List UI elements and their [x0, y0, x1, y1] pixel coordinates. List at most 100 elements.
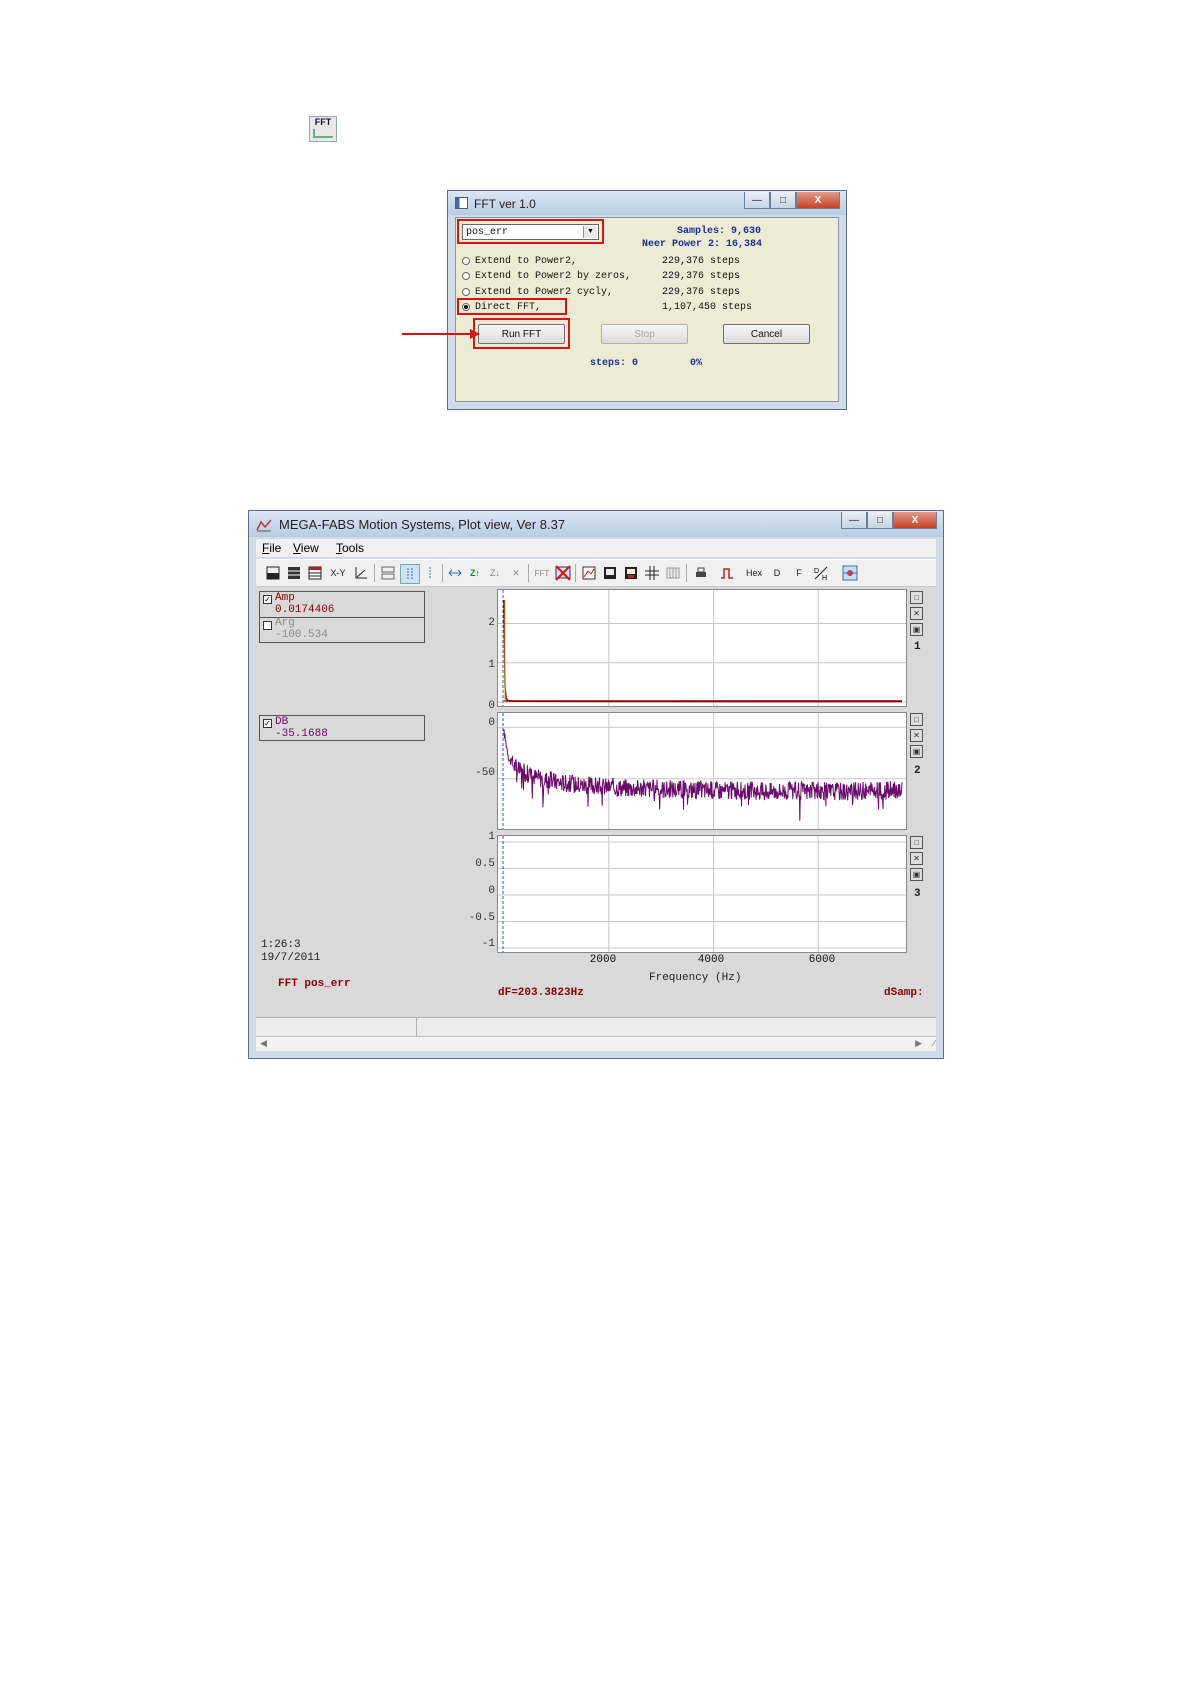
x-tick: 6000 [808, 954, 836, 966]
image-icon[interactable] [601, 564, 619, 582]
y-tick: -0.5 [468, 912, 495, 924]
menu-file[interactable]: File [262, 541, 281, 555]
plot-titlebar[interactable]: MEGA-FABS Motion Systems, Plot view, Ver… [249, 511, 943, 537]
plot-restore-icon[interactable]: ▣ [910, 623, 923, 636]
fit-width-icon[interactable] [446, 564, 464, 582]
progress-percent: 0% [690, 358, 703, 369]
menu-view[interactable]: View [293, 541, 319, 555]
df-label: dF=203.3823Hz [498, 987, 584, 999]
d-button[interactable]: D [768, 564, 786, 582]
split-horizontal-icon[interactable] [379, 564, 397, 582]
amp-plot[interactable] [497, 589, 907, 707]
divide-icon[interactable]: DH [812, 564, 830, 582]
plot-toolbar: X-Y Z↑ Z↓ ✕ FFT Hex D F DH [256, 559, 936, 587]
hex-button[interactable]: Hex [742, 564, 766, 582]
plot-close-icon[interactable]: ✕ [910, 852, 923, 865]
fft-toolbar-icon[interactable]: FFT [533, 564, 551, 582]
plot-view-window: MEGA-FABS Motion Systems, Plot view, Ver… [248, 510, 944, 1059]
curve-icon[interactable] [580, 564, 598, 582]
clear-zoom-icon[interactable]: ✕ [507, 564, 525, 582]
dialog-client: pos_err ▼ Samples: 9,630 Neer Power 2: 1… [455, 217, 839, 402]
plot-close-icon[interactable]: ✕ [910, 729, 923, 742]
legend-plot1: ✓ Amp 0.0174406 Arg -100.534 [259, 591, 425, 643]
fft-dialog: FFT ver 1.0 — □ X pos_err ▼ Samples: 9,6… [447, 190, 847, 410]
radio-extend-zeros[interactable] [462, 272, 470, 280]
stop-button[interactable]: Stop [601, 324, 688, 344]
y-tick: 0.5 [475, 858, 495, 870]
db-series-line [503, 729, 903, 821]
grid-icon[interactable] [643, 564, 661, 582]
x-tick: 2000 [589, 954, 617, 966]
menu-bar: File View Tools [256, 539, 936, 557]
table-view-icon[interactable] [306, 564, 324, 582]
xy-mode-button[interactable]: X-Y [327, 564, 349, 582]
y-tick: 0 [488, 717, 495, 729]
highlight-direct-fft [457, 298, 567, 315]
menu-tools[interactable]: Tools [336, 541, 364, 555]
radio-extend-cyclic[interactable] [462, 288, 470, 296]
fft-icon-label: FFT [314, 117, 332, 127]
f-button[interactable]: F [790, 564, 808, 582]
option-label: Extend to Power2 cycly, [475, 287, 614, 298]
y-tick: 1 [488, 831, 495, 843]
plot-maximize-icon[interactable]: □ [910, 713, 923, 726]
y-tick: -1 [481, 938, 495, 950]
settings-icon[interactable] [841, 564, 859, 582]
axis-icon[interactable] [352, 564, 370, 582]
cursor-mode-icon[interactable] [400, 564, 420, 584]
arg-checkbox[interactable] [263, 621, 272, 630]
plot2-controls: □ ✕ ▣ [910, 713, 924, 761]
fft-spectrum-icon[interactable]: FFT [309, 116, 337, 142]
close-icon[interactable]: X [796, 192, 840, 209]
db-checkbox[interactable]: ✓ [263, 719, 272, 728]
plot-restore-icon[interactable]: ▣ [910, 868, 923, 881]
fft-caption: FFT pos_err [278, 978, 351, 990]
plot-number: 2 [914, 765, 921, 777]
plot-app-icon [256, 519, 272, 532]
progress-steps: steps: 0 [590, 358, 639, 369]
horizontal-scrollbar[interactable]: ◀ ▶ ∕ [256, 1036, 936, 1051]
plot-close-icon[interactable]: ✕ [910, 607, 923, 620]
dialog-titlebar[interactable]: FFT ver 1.0 — □ X [448, 191, 846, 215]
zoom-out-icon[interactable]: Z↓ [486, 564, 504, 582]
zoom-in-icon[interactable]: Z↑ [466, 564, 484, 582]
vertical-cursor-icon[interactable] [421, 564, 439, 582]
empty-plot[interactable] [497, 835, 907, 953]
date-label: 19/7/2011 [261, 952, 321, 964]
cancel-button[interactable]: Cancel [723, 324, 810, 344]
amp-checkbox[interactable]: ✓ [263, 595, 272, 604]
scroll-right-icon[interactable]: ▶ [915, 1038, 922, 1049]
no-fft-icon[interactable] [554, 564, 572, 582]
multi-plot-icon[interactable] [285, 564, 303, 582]
y-tick: 0 [488, 700, 495, 712]
arg-name: Arg [275, 617, 295, 629]
minimize-icon[interactable]: — [841, 512, 867, 529]
pulse-icon[interactable] [718, 564, 736, 582]
highlight-signal-select [457, 219, 604, 244]
db-plot[interactable] [497, 712, 907, 830]
plot-restore-icon[interactable]: ▣ [910, 745, 923, 758]
arg-value: -100.534 [275, 629, 328, 641]
fine-grid-icon[interactable] [664, 564, 682, 582]
resize-grip-icon[interactable]: ∕ [933, 1038, 935, 1048]
radio-extend-power2[interactable] [462, 257, 470, 265]
print-icon[interactable] [692, 564, 710, 582]
y-tick: 1 [488, 659, 495, 671]
minimize-icon[interactable]: — [744, 192, 770, 209]
svg-text:H: H [822, 575, 827, 581]
plot-maximize-icon[interactable]: □ [910, 836, 923, 849]
single-plot-icon[interactable] [264, 564, 282, 582]
app-window-icon [455, 197, 468, 209]
plot-number: 3 [914, 888, 921, 900]
save-plot-icon[interactable] [622, 564, 640, 582]
maximize-icon[interactable]: □ [867, 512, 893, 529]
maximize-icon[interactable]: □ [770, 192, 796, 209]
option-steps: 229,376 steps [662, 287, 741, 298]
option-steps: 229,376 steps [662, 271, 741, 282]
plot-maximize-icon[interactable]: □ [910, 591, 923, 604]
y-tick: 2 [488, 617, 495, 629]
legend-plot2: ✓ DB -35.1688 [259, 715, 425, 741]
scroll-left-icon[interactable]: ◀ [260, 1038, 267, 1049]
close-icon[interactable]: X [893, 512, 937, 529]
status-bar [256, 1017, 936, 1036]
